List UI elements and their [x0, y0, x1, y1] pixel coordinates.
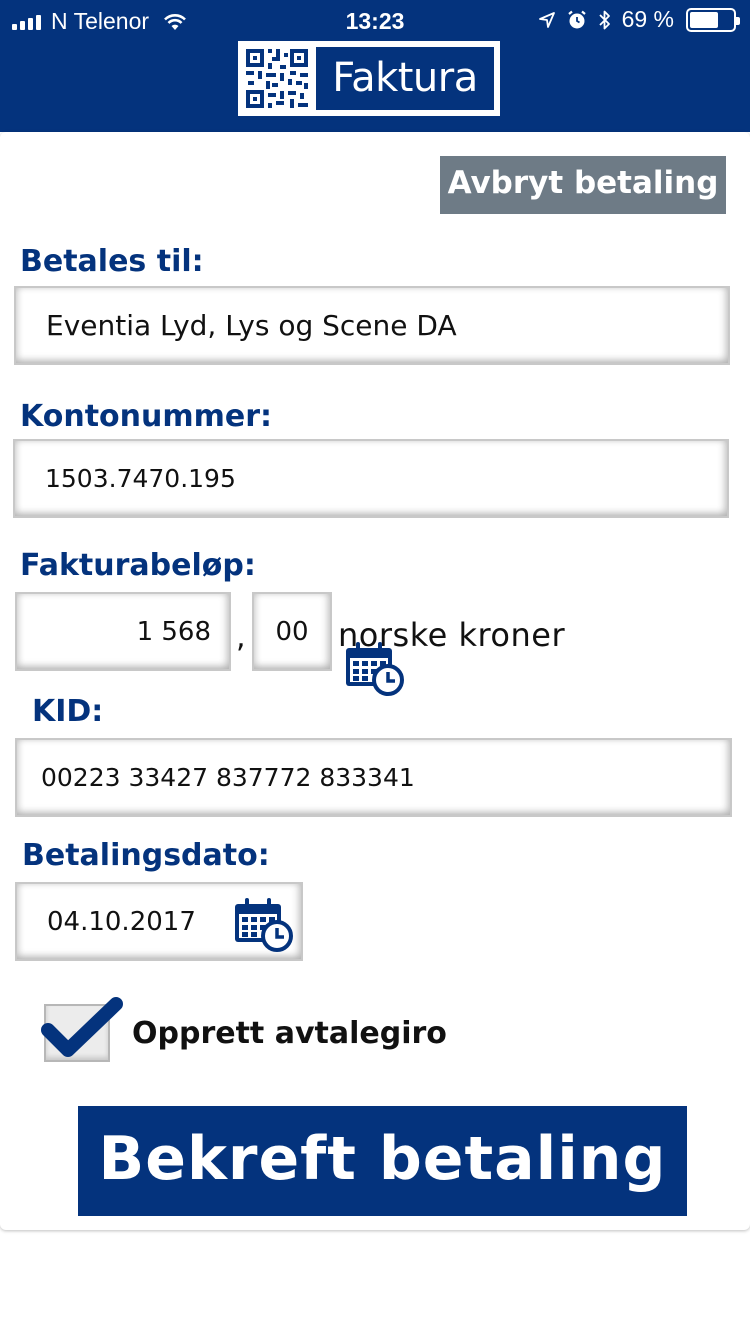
faktura-logo: Faktura	[238, 41, 500, 116]
location-icon	[538, 11, 555, 28]
calendar-clock-icon[interactable]	[344, 640, 406, 698]
qr-code-icon	[244, 47, 310, 110]
account-number-field[interactable]: 1503.7470.195	[13, 439, 729, 518]
amount-label: Fakturabeløp:	[20, 548, 256, 583]
alarm-icon	[567, 10, 586, 28]
payee-field[interactable]: Eventia Lyd, Lys og Scene DA	[14, 286, 730, 365]
amount-kroner-field[interactable]: 1 568	[15, 592, 231, 671]
amount-ore-field[interactable]: 00	[252, 592, 332, 671]
amount-kroner-value: 1 568	[136, 616, 211, 647]
confirm-payment-button[interactable]: Bekreft betaling	[78, 1106, 687, 1216]
payment-date-value: 04.10.2017	[47, 906, 196, 937]
cancel-payment-button[interactable]: Avbryt betaling	[440, 156, 726, 214]
battery-percent: 69 %	[621, 6, 674, 32]
payment-date-label: Betalingsdato:	[22, 838, 270, 873]
amount-decimal-separator: ,	[236, 620, 246, 655]
payee-label: Betales til:	[20, 244, 204, 279]
app-header: N Telenor 13:23 69 % Faktura	[0, 0, 750, 132]
bluetooth-icon	[598, 10, 610, 29]
autogiro-label: Opprett avtalegiro	[132, 1016, 447, 1051]
account-number-value: 1503.7470.195	[45, 464, 236, 493]
checkmark-icon	[41, 997, 123, 1057]
kid-value: 00223 33427 837772 833341	[41, 763, 415, 792]
status-right: 69 %	[538, 6, 740, 33]
battery-level	[690, 11, 718, 28]
account-label: Kontonummer:	[20, 399, 273, 434]
kid-field[interactable]: 00223 33427 837772 833341	[15, 738, 732, 817]
logo-text: Faktura	[316, 47, 494, 110]
payee-value: Eventia Lyd, Lys og Scene DA	[46, 309, 457, 342]
battery-icon	[686, 7, 740, 32]
amount-ore-value: 00	[275, 616, 309, 647]
status-bar: N Telenor 13:23 69 %	[0, 0, 750, 40]
kid-label: KID:	[32, 694, 104, 729]
date-picker-icon[interactable]	[233, 896, 295, 954]
